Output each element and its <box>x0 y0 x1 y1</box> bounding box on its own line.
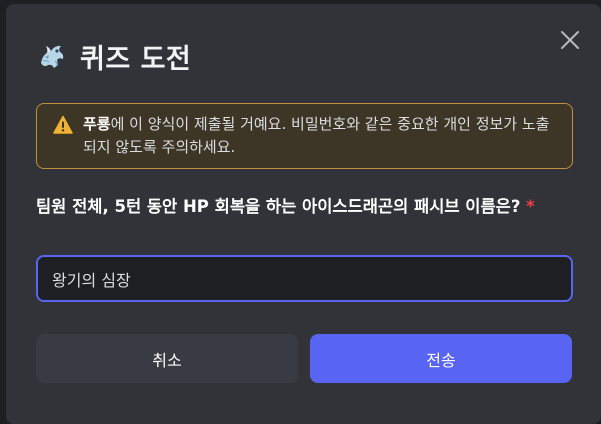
warning-body: 에 이 양식이 제출될 거예요. 비밀번호와 같은 중요한 개인 정보가 노출되… <box>83 115 550 156</box>
modal-header: 퀴즈 도전 <box>36 34 191 78</box>
ice-dragon-icon <box>36 40 68 72</box>
close-icon[interactable] <box>559 29 581 51</box>
warning-message: 푸룡에 이 양식이 제출될 거예요. 비밀번호와 같은 중요한 개인 정보가 노… <box>83 113 558 159</box>
quiz-modal: 퀴즈 도전 푸룡에 이 양식이 제출될 거예요. 비밀번호와 같은 중요한 개인… <box>6 4 601 424</box>
question-text: 팀원 전체, 5턴 동안 HP 회복을 하는 아이스드래곤의 패시브 이름은? <box>36 197 521 216</box>
modal-title: 퀴즈 도전 <box>80 43 192 75</box>
question-label: 팀원 전체, 5턴 동안 HP 회복을 하는 아이스드래곤의 패시브 이름은? … <box>36 194 576 219</box>
close-button[interactable] <box>559 29 581 51</box>
required-marker: * <box>526 197 535 216</box>
warning-icon <box>53 115 73 135</box>
submit-button[interactable]: 전송 <box>310 334 572 383</box>
answer-input[interactable] <box>36 255 573 302</box>
privacy-warning-notice: 푸룡에 이 양식이 제출될 거예요. 비밀번호와 같은 중요한 개인 정보가 노… <box>36 103 573 169</box>
bot-name: 푸룡 <box>83 115 111 133</box>
cancel-button[interactable]: 취소 <box>36 334 298 383</box>
